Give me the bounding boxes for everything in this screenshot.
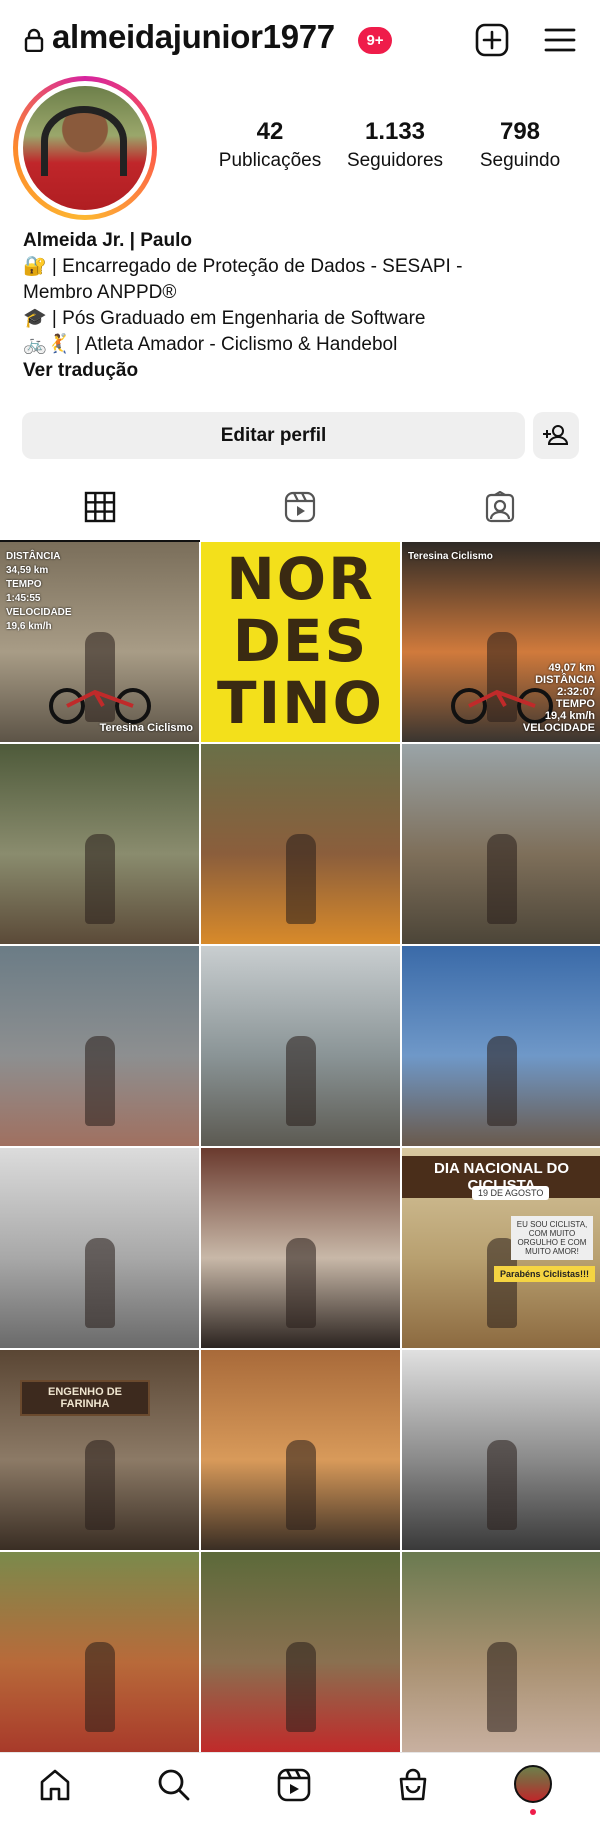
- post-date-tag: 19 DE AGOSTO: [472, 1186, 550, 1200]
- shop-icon[interactable]: [395, 1767, 431, 1803]
- profile-avatar-nav[interactable]: [514, 1765, 552, 1803]
- person-figure: [285, 1440, 316, 1530]
- bio-line: 🚲🤾 | Atleta Amador - Ciclismo & Handebol: [23, 334, 398, 355]
- posts-count[interactable]: 42 Publicações: [210, 118, 330, 172]
- tab-reels[interactable]: [200, 480, 400, 542]
- person-figure: [486, 1642, 517, 1732]
- post-tile[interactable]: [402, 744, 600, 944]
- edit-profile-button[interactable]: Editar perfil: [22, 412, 525, 459]
- top-bar: almeidajunior1977 9+: [0, 0, 600, 80]
- post-tile[interactable]: [201, 744, 400, 944]
- post-tile[interactable]: [201, 1552, 400, 1752]
- post-tile[interactable]: [402, 1552, 600, 1752]
- post-text: NOR DES TINO: [217, 545, 384, 737]
- new-post-icon[interactable]: [474, 22, 510, 58]
- post-tile[interactable]: [201, 1350, 400, 1550]
- ride-stats-overlay: 49,07 km DISTÂNCIA 2:32:07 TEMPO 19,4 km…: [522, 662, 595, 734]
- post-tile[interactable]: [201, 1148, 400, 1348]
- person-figure: [84, 834, 115, 924]
- account-username[interactable]: almeidajunior1977: [52, 18, 335, 56]
- bottom-nav: [0, 1752, 600, 1826]
- following-count[interactable]: 798 Seguindo: [460, 118, 580, 172]
- followers-count[interactable]: 1.133 Seguidores: [335, 118, 455, 172]
- ride-stats-overlay: DISTÂNCIA 34,59 km TEMPO 1:45:55 VELOCID…: [6, 551, 72, 632]
- post-tile[interactable]: DISTÂNCIA 34,59 km TEMPO 1:45:55 VELOCID…: [0, 542, 199, 742]
- post-tile[interactable]: [402, 1350, 600, 1550]
- person-figure: [84, 1036, 115, 1126]
- post-tile[interactable]: ENGENHO DE FARINHA: [0, 1350, 199, 1550]
- post-congrats: Parabéns Ciclistas!!!: [493, 1266, 595, 1282]
- tab-tagged[interactable]: [400, 480, 600, 542]
- post-tile[interactable]: DIA NACIONAL DO CICLISTA19 DE AGOSTOEU S…: [402, 1148, 600, 1348]
- bio-line: 🎓 | Pós Graduado em Engenharia de Softwa…: [23, 308, 426, 329]
- post-tile[interactable]: [201, 946, 400, 1146]
- post-sign: ENGENHO DE FARINHA: [20, 1380, 150, 1416]
- ride-stats-overlay: Teresina Ciclismo: [408, 551, 493, 562]
- tab-grid[interactable]: [0, 480, 200, 542]
- menu-icon[interactable]: [542, 22, 578, 58]
- reels-nav-icon[interactable]: [276, 1767, 312, 1803]
- lock-icon: [24, 28, 44, 53]
- post-tile[interactable]: [0, 744, 199, 944]
- home-icon[interactable]: [37, 1767, 73, 1803]
- grid-icon: [84, 491, 116, 523]
- reels-icon: [284, 491, 316, 523]
- post-tile[interactable]: NOR DES TINO: [201, 542, 400, 742]
- person-figure: [285, 834, 316, 924]
- ride-stats-overlay: Teresina Ciclismo: [99, 722, 193, 734]
- post-tile[interactable]: [0, 1552, 199, 1752]
- notification-badge[interactable]: 9+: [358, 27, 392, 54]
- profile-tabs: [0, 480, 600, 542]
- person-figure: [285, 1642, 316, 1732]
- translate-link[interactable]: Ver tradução: [23, 358, 583, 384]
- tagged-icon: [485, 491, 515, 523]
- search-icon[interactable]: [156, 1767, 192, 1803]
- posts-grid: DISTÂNCIA 34,59 km TEMPO 1:45:55 VELOCID…: [0, 542, 600, 1752]
- bio-line: 🔐 | Encarregado de Proteção de Dados - S…: [23, 256, 463, 277]
- post-tile[interactable]: [402, 946, 600, 1146]
- bicycle-shape: [45, 684, 155, 724]
- profile-name: Almeida Jr. | Paulo: [23, 230, 192, 251]
- profile-avatar: [23, 86, 147, 210]
- post-tile[interactable]: [0, 946, 199, 1146]
- person-figure: [84, 1440, 115, 1530]
- person-figure: [84, 1238, 115, 1328]
- person-figure: [84, 1642, 115, 1732]
- post-message: EU SOU CICLISTA, COM MUITO ORGULHO E COM…: [511, 1216, 593, 1260]
- person-figure: [486, 1036, 517, 1126]
- add-person-icon: [543, 425, 569, 445]
- active-indicator: [530, 1809, 536, 1815]
- person-figure: [486, 1440, 517, 1530]
- discover-people-button[interactable]: [533, 412, 579, 459]
- person-figure: [285, 1036, 316, 1126]
- post-tile[interactable]: Teresina Ciclismo 49,07 km DISTÂNCIA 2:32…: [402, 542, 600, 742]
- profile-avatar-ring[interactable]: [13, 76, 157, 220]
- profile-bio: Almeida Jr. | Paulo 🔐 | Encarregado de P…: [23, 228, 583, 384]
- person-figure: [486, 834, 517, 924]
- bio-line: Membro ANPPD®: [23, 282, 177, 303]
- person-figure: [285, 1238, 316, 1328]
- profile-stats: 42 Publicações 1.133 Seguidores 798 Segu…: [210, 118, 580, 172]
- post-tile[interactable]: [0, 1148, 199, 1348]
